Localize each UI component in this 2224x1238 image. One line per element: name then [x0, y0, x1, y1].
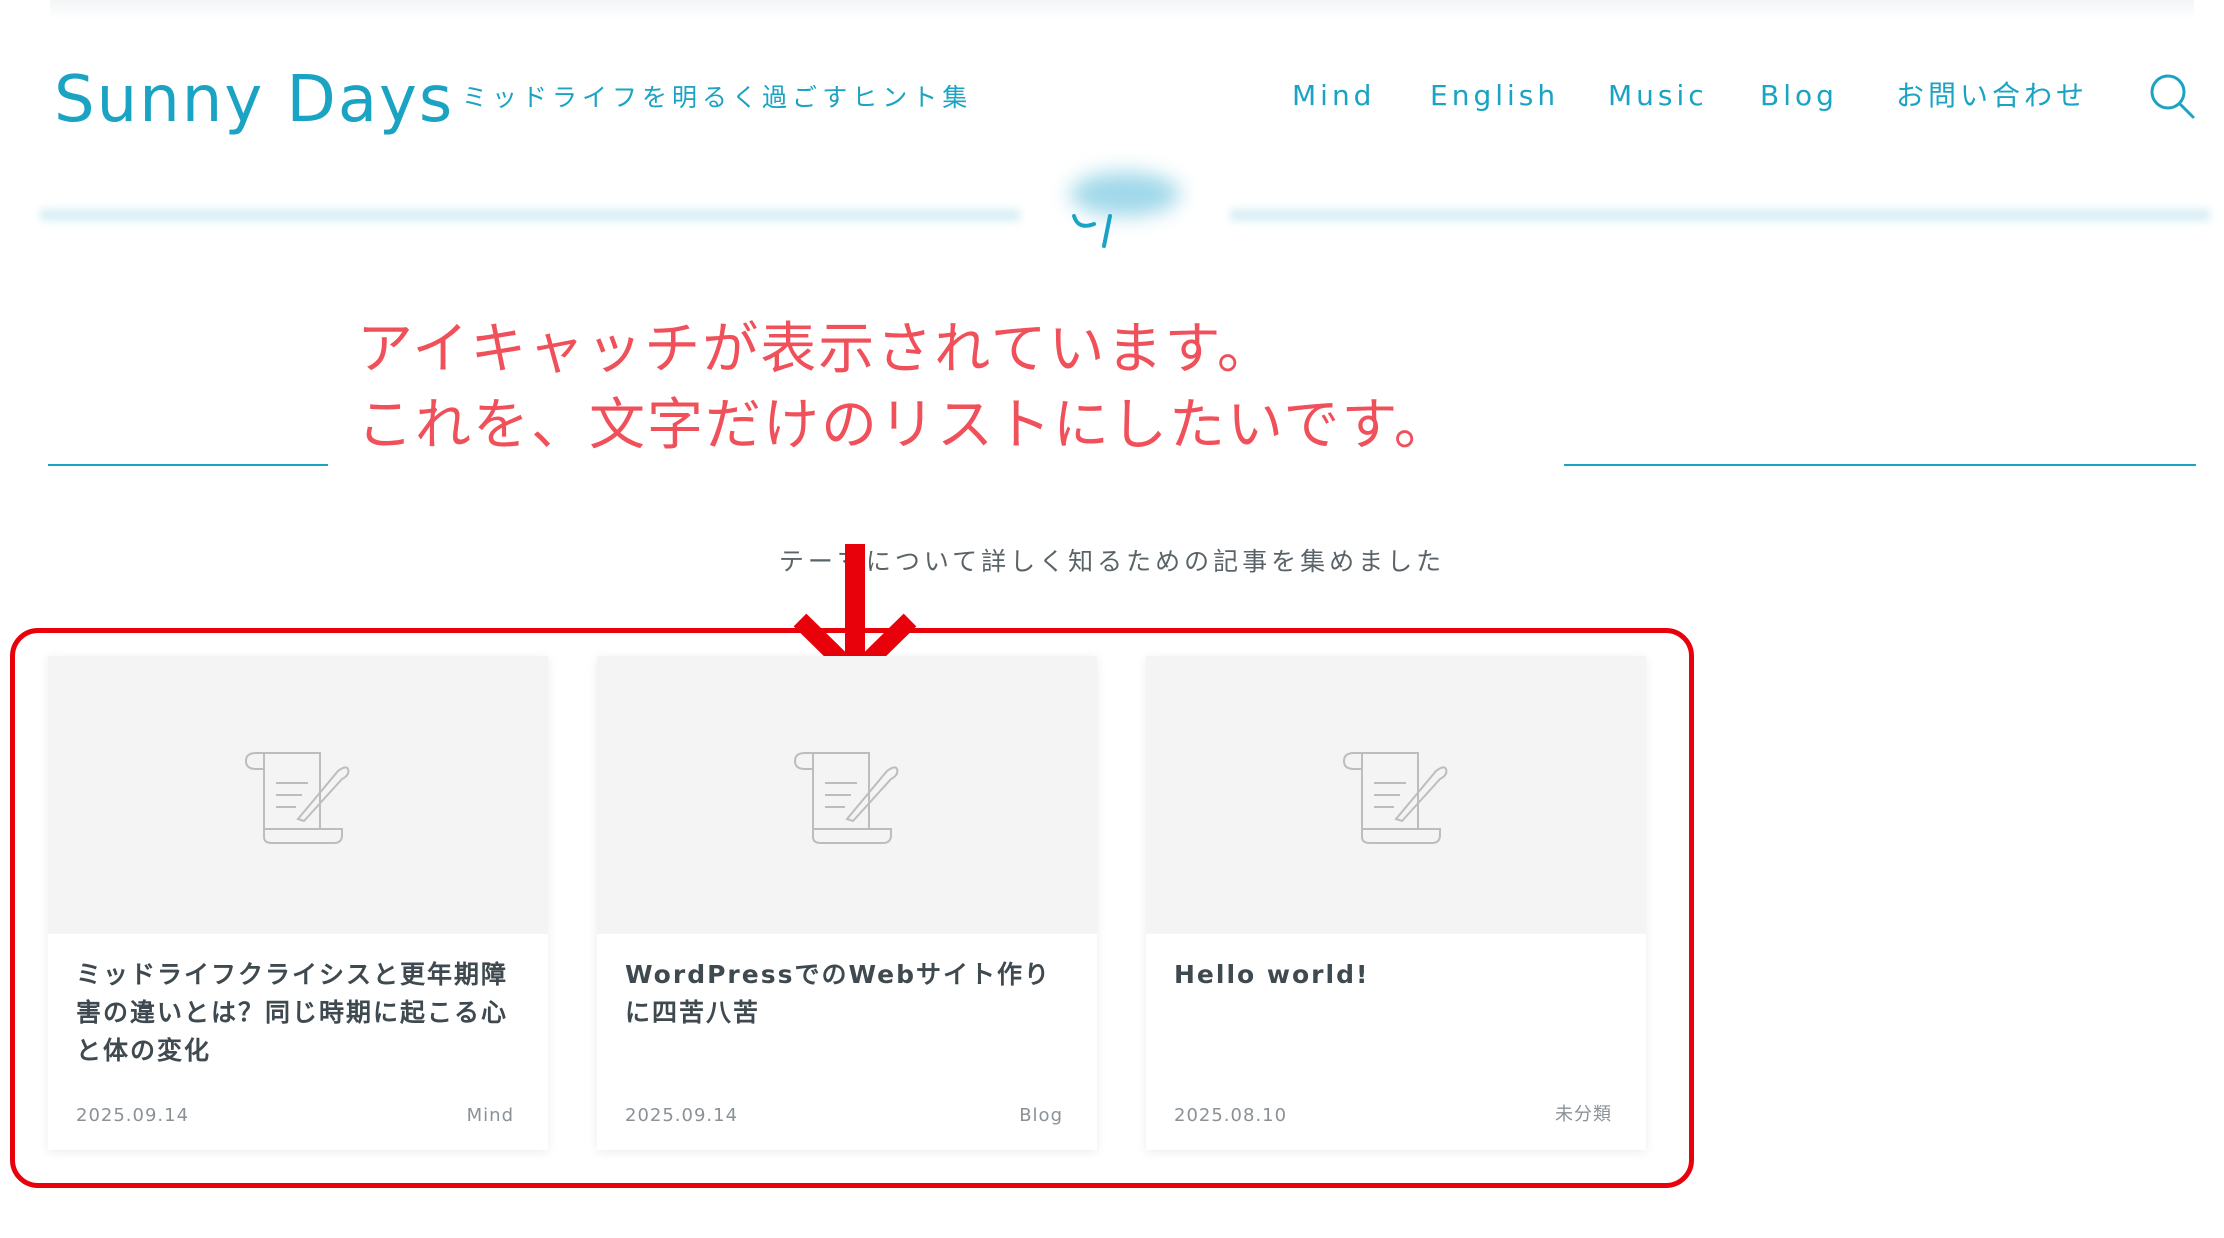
- annotation-line-2: これを、文字だけのリストにしたいです。: [357, 393, 1452, 458]
- section-subtitle: テーマについて詳しく知るための記事を集めました: [0, 542, 2224, 582]
- hero-decoration-left: [40, 206, 1020, 224]
- header-top-shadow: [50, 0, 2194, 20]
- post-date: 2025.09.14: [625, 1105, 739, 1126]
- nav-item-blog[interactable]: Blog: [1760, 76, 1838, 116]
- post-title[interactable]: Hello world!: [1174, 956, 1618, 994]
- post-thumbnail: [48, 656, 548, 934]
- site-tagline: ミッドライフを明るく過ごすヒント集: [462, 83, 973, 112]
- post-title[interactable]: WordPressでのWebサイト作りに四苦八苦: [625, 956, 1069, 1032]
- scroll-quill-icon: [793, 752, 899, 844]
- site-title[interactable]: Sunny Days: [54, 60, 454, 140]
- scroll-quill-icon: [244, 752, 350, 844]
- hero-decoration-right: [1230, 206, 2210, 224]
- post-title[interactable]: ミッドライフクライシスと更年期障害の違いとは？同じ時期に起こる心と体の変化: [76, 956, 520, 1070]
- post-category: 未分類: [1555, 1104, 1612, 1125]
- annotation-line-1: アイキャッチが表示されています。: [357, 317, 1275, 382]
- post-card[interactable]: WordPressでのWebサイト作りに四苦八苦 2025.09.14 Blog: [597, 656, 1097, 1150]
- post-thumbnail: [597, 656, 1097, 934]
- nav-item-music[interactable]: Music: [1608, 76, 1708, 116]
- nav-item-mind[interactable]: Mind: [1292, 76, 1375, 116]
- post-card[interactable]: Hello world! 2025.08.10 未分類: [1146, 656, 1646, 1150]
- post-category: Mind: [466, 1105, 514, 1126]
- annotation-text: アイキャッチが表示されています。 これを、文字だけのリストにしたいです。: [357, 312, 1452, 464]
- section-rule-left: [48, 464, 328, 466]
- post-card[interactable]: ミッドライフクライシスと更年期障害の違いとは？同じ時期に起こる心と体の変化 20…: [48, 656, 548, 1150]
- post-category: Blog: [1019, 1105, 1063, 1126]
- section-rule-right: [1564, 464, 2196, 466]
- hero-mark-icon: [1060, 196, 1140, 256]
- nav-item-english[interactable]: English: [1430, 76, 1559, 116]
- post-thumbnail: [1146, 656, 1646, 934]
- search-icon[interactable]: [2148, 72, 2196, 120]
- post-date: 2025.08.10: [1174, 1105, 1288, 1126]
- nav-item-contact[interactable]: お問い合わせ: [1896, 76, 2088, 116]
- post-date: 2025.09.14: [76, 1105, 190, 1126]
- scroll-quill-icon: [1342, 752, 1448, 844]
